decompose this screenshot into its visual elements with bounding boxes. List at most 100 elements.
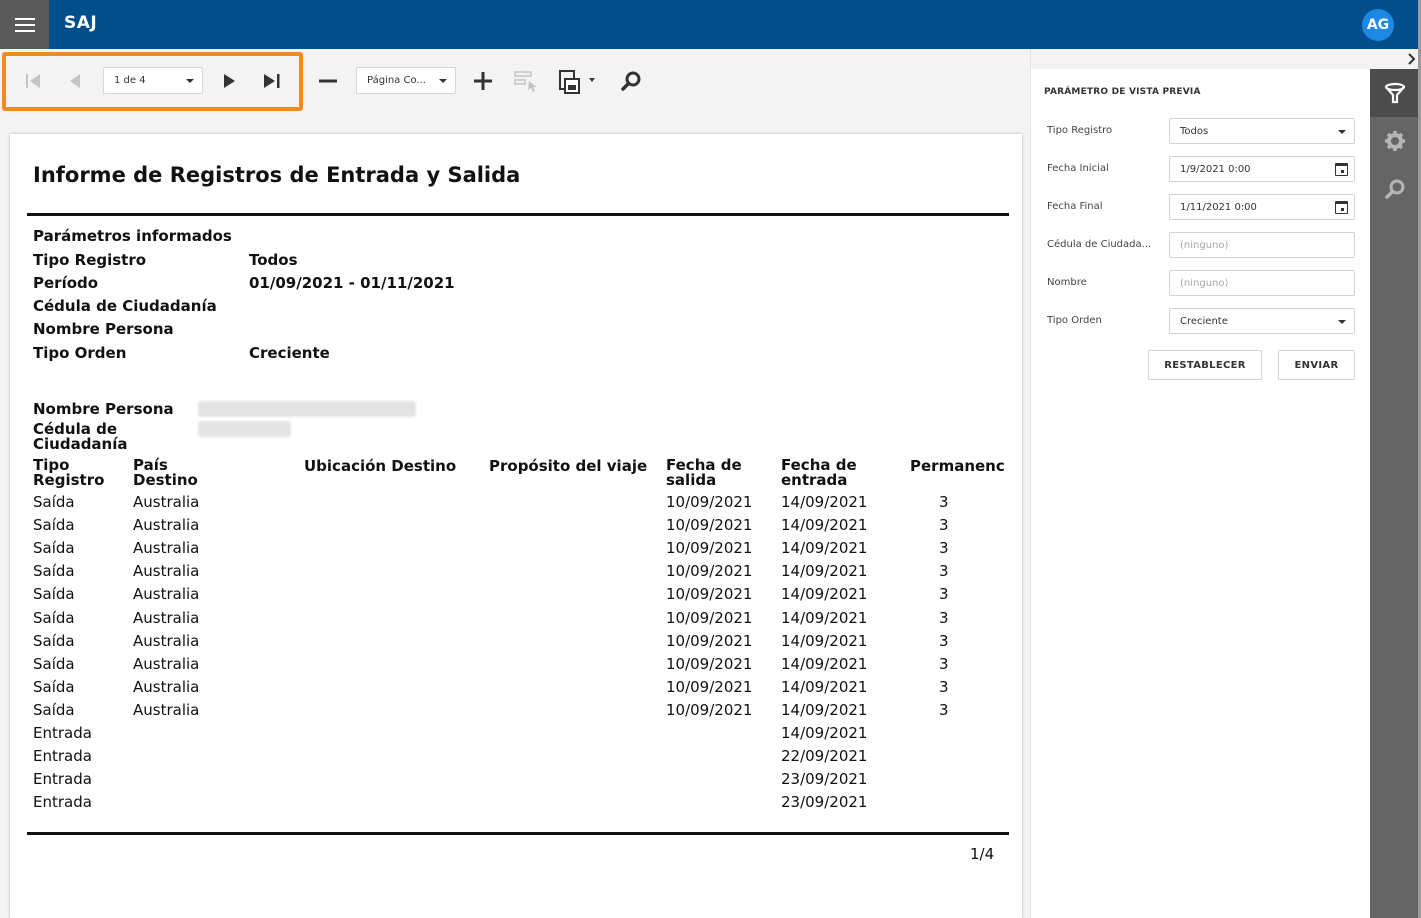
column-header-pais: País Destino xyxy=(133,458,198,488)
cedula-label: Cédula de Ciudadanía xyxy=(33,422,128,452)
page-number: 1/4 xyxy=(970,845,995,863)
menu-icon[interactable] xyxy=(0,0,49,49)
page-navigation-highlight xyxy=(2,52,303,111)
fecha-inicial-field[interactable]: 1/9/2021 0:00 xyxy=(1169,156,1355,182)
column-header-line: salida xyxy=(666,471,717,489)
table-cell-entrada: 14/09/2021 xyxy=(781,539,868,557)
table-cell-salida: 10/09/2021 xyxy=(666,539,753,557)
nombre-field[interactable]: (ninguno) xyxy=(1169,270,1355,296)
field-label: Fecha Inicial xyxy=(1047,163,1109,174)
param-label: Nombre Persona xyxy=(33,320,174,338)
field-value: Todos xyxy=(1180,125,1209,137)
chevron-right-icon[interactable] xyxy=(1403,51,1419,67)
zoom-out-icon[interactable] xyxy=(315,68,341,94)
field-label: Cédula de Ciudada... xyxy=(1047,239,1152,250)
field-label: Nombre xyxy=(1047,277,1087,288)
table-cell-pais: Australia xyxy=(133,678,200,696)
preview-parameters-panel: PARÁMETRO DE VISTA PREVIA Tipo Registro … xyxy=(1030,49,1421,918)
report-title: Informe de Registros de Entrada y Salida xyxy=(33,163,521,187)
field-value: Creciente xyxy=(1180,315,1228,327)
field-placeholder: (ninguno) xyxy=(1180,277,1229,289)
table-cell-salida: 10/09/2021 xyxy=(666,678,753,696)
person-name-label: Nombre Persona xyxy=(33,400,174,418)
app-header: SAJ AG xyxy=(0,0,1421,49)
table-cell-salida: 10/09/2021 xyxy=(666,493,753,511)
table-cell-entrada: 23/09/2021 xyxy=(781,793,868,811)
export-icon[interactable] xyxy=(555,66,599,96)
column-header-tipo: Tipo Registro xyxy=(33,458,104,488)
param-value: Todos xyxy=(249,251,298,269)
tipo-registro-select[interactable]: Todos xyxy=(1169,118,1355,144)
filter-icon[interactable] xyxy=(1382,80,1408,106)
table-cell-pais: Australia xyxy=(133,655,200,673)
table-cell-tipo: Saída xyxy=(33,701,75,719)
table-cell-tipo: Saída xyxy=(33,493,75,511)
calendar-icon[interactable] xyxy=(1335,201,1348,214)
field-label: Tipo Orden xyxy=(1047,315,1102,326)
table-cell-entrada: 14/09/2021 xyxy=(781,609,868,627)
table-cell-perm: 3 xyxy=(939,655,949,673)
table-cell-tipo: Entrada xyxy=(33,770,92,788)
table-cell-tipo: Saída xyxy=(33,562,75,580)
table-cell-tipo: Entrada xyxy=(33,793,92,811)
table-cell-entrada: 22/09/2021 xyxy=(781,747,868,765)
table-cell-perm: 3 xyxy=(939,609,949,627)
column-header-entrada: Fecha de entrada xyxy=(781,458,857,488)
redacted-person-name xyxy=(198,401,416,417)
tipo-orden-select[interactable]: Creciente xyxy=(1169,308,1355,334)
column-header-line: Registro xyxy=(33,471,105,489)
zoom-selector-value: Página Co... xyxy=(367,75,426,86)
table-cell-entrada: 14/09/2021 xyxy=(781,493,868,511)
table-cell-salida: 10/09/2021 xyxy=(666,585,753,603)
zoom-in-icon[interactable] xyxy=(470,68,496,94)
user-avatar[interactable]: AG xyxy=(1362,9,1394,41)
calendar-icon[interactable] xyxy=(1335,163,1348,176)
table-cell-pais: Australia xyxy=(133,632,200,650)
params-heading: Parámetros informados xyxy=(33,227,232,245)
fecha-final-field[interactable]: 1/11/2021 0:00 xyxy=(1169,194,1355,220)
table-cell-tipo: Saída xyxy=(33,585,75,603)
table-cell-entrada: 14/09/2021 xyxy=(781,632,868,650)
table-cell-entrada: 14/09/2021 xyxy=(781,701,868,719)
column-header-ubicacion: Ubicación Destino xyxy=(304,457,457,475)
column-header-proposito: Propósito del viaje xyxy=(489,457,648,475)
table-cell-tipo: Saída xyxy=(33,516,75,534)
table-cell-entrada: 14/09/2021 xyxy=(781,655,868,673)
table-cell-pais: Australia xyxy=(133,562,200,580)
table-cell-perm: 3 xyxy=(939,701,949,719)
panel-collapse-bar xyxy=(1031,49,1421,69)
param-label: Período xyxy=(33,274,99,292)
param-label: Tipo Registro xyxy=(33,251,147,269)
table-cell-entrada: 23/09/2021 xyxy=(781,770,868,788)
reset-button[interactable]: RESTABLECER xyxy=(1148,350,1262,380)
table-cell-perm: 3 xyxy=(939,516,949,534)
table-cell-salida: 10/09/2021 xyxy=(666,609,753,627)
chevron-down-icon xyxy=(439,79,447,83)
search-icon[interactable] xyxy=(1382,176,1408,202)
search-icon[interactable] xyxy=(618,68,644,94)
table-cell-pais: Australia xyxy=(133,493,200,511)
chevron-down-icon xyxy=(1338,130,1346,134)
table-cell-salida: 10/09/2021 xyxy=(666,632,753,650)
table-cell-salida: 10/09/2021 xyxy=(666,701,753,719)
table-cell-tipo: Saída xyxy=(33,655,75,673)
highlight-fields-icon[interactable] xyxy=(511,67,541,95)
param-value: Creciente xyxy=(249,344,330,362)
param-value: 01/09/2021 - 01/11/2021 xyxy=(249,274,455,292)
table-cell-salida: 10/09/2021 xyxy=(666,562,753,580)
submit-button[interactable]: ENVIAR xyxy=(1278,350,1355,380)
cedula-field[interactable]: (ninguno) xyxy=(1169,232,1355,258)
param-label: Cédula de Ciudadanía xyxy=(33,297,217,315)
table-cell-pais: Australia xyxy=(133,585,200,603)
table-cell-tipo: Saída xyxy=(33,632,75,650)
table-cell-entrada: 14/09/2021 xyxy=(781,585,868,603)
table-cell-tipo: Entrada xyxy=(33,747,92,765)
column-header-permanencia: Permanenc xyxy=(910,458,1005,475)
gear-icon[interactable] xyxy=(1382,128,1408,154)
field-value: 1/9/2021 0:00 xyxy=(1180,163,1251,175)
field-label: Tipo Registro xyxy=(1047,125,1113,136)
zoom-selector[interactable]: Página Co... xyxy=(356,67,456,94)
redacted-cedula xyxy=(198,421,291,437)
report-page: Informe de Registros de Entrada y Salida… xyxy=(10,134,1022,918)
table-cell-pais: Australia xyxy=(133,609,200,627)
